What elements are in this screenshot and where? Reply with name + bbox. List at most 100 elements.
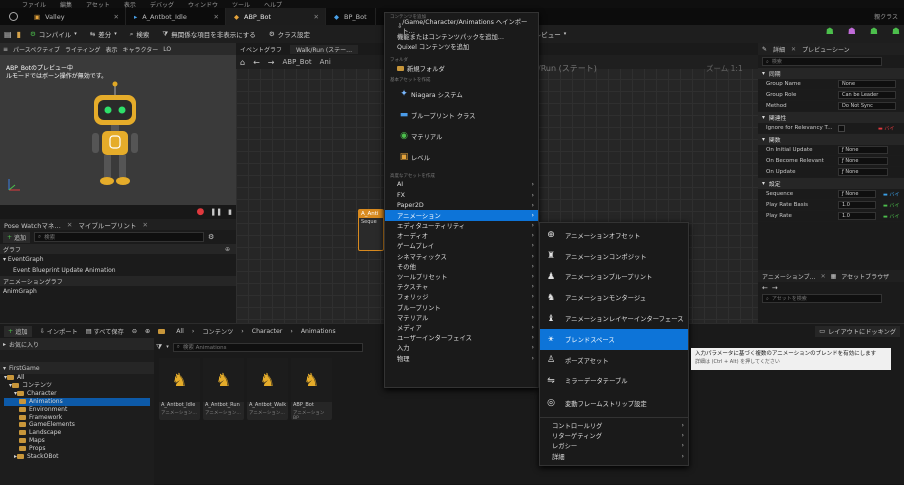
tab-antbot-idle[interactable]: ▸ A_Antbot_Idle ✕: [126, 8, 226, 25]
category-foliage[interactable]: フォリッジ ›: [385, 292, 538, 302]
add-circle-icon[interactable]: ⊕: [225, 246, 230, 253]
category-ai[interactable]: AI ›: [385, 180, 538, 190]
play-rate-field[interactable]: 1.0: [838, 212, 876, 220]
compile-button[interactable]: ⚙ コンパイル ▾: [26, 27, 81, 41]
niagara-menu-item[interactable]: ✦ Niagara システム: [385, 84, 538, 105]
crumb-content[interactable]: コンテンツ: [202, 327, 233, 336]
tab-abp-bot[interactable]: ◆ ABP_Bot ✕: [226, 8, 326, 25]
preview-viewport[interactable]: ≡ パースペクティブ ライティング 表示 キャラクター LO ABP_Botのプ…: [0, 43, 236, 219]
close-icon[interactable]: ✕: [791, 46, 796, 53]
on-become-relevant-select[interactable]: ƒ None: [838, 157, 888, 165]
asset-tile[interactable]: ♞ ABP_Bot アニメーションBP: [291, 358, 332, 421]
tree-item-landscape[interactable]: Landscape: [4, 429, 154, 437]
group-name-field[interactable]: None: [838, 80, 896, 88]
legacy-item[interactable]: レガシー ›: [540, 441, 688, 451]
details-search-input[interactable]: ⌕ 検索: [762, 57, 882, 66]
add-button[interactable]: + 追加: [3, 231, 31, 243]
tree-event-update[interactable]: Event Blueprint Update Animation: [3, 265, 236, 276]
pause-icon[interactable]: ❚❚: [210, 208, 222, 216]
show-button[interactable]: 表示: [105, 45, 117, 54]
blueprint-search-input[interactable]: ⌕ 検索: [34, 232, 205, 242]
category-media[interactable]: メディア ›: [385, 322, 538, 332]
category-blueprint[interactable]: ブループリント ›: [385, 302, 538, 312]
asset-tile[interactable]: ♞ A_Antbot_Idle アニメーション…: [159, 358, 200, 420]
category-fx[interactable]: FX ›: [385, 190, 538, 200]
sequence-select[interactable]: ƒ None: [838, 190, 876, 198]
asset-search-input[interactable]: ⌕ 検索 Animations: [172, 342, 363, 352]
category-ui[interactable]: ユーザーインターフェイス ›: [385, 333, 538, 343]
tree-item-all[interactable]: ▾ All: [4, 374, 154, 382]
tab-pose-watch[interactable]: Pose Watchマネ…: [4, 220, 61, 230]
save-icon[interactable]: ▤: [4, 30, 12, 39]
breadcrumb-anim[interactable]: Ani: [320, 58, 331, 66]
anim-montage-item[interactable]: ♞ アニメーションモンタージュ: [540, 287, 688, 308]
sequence-player-node[interactable]: A_Anti Seque: [358, 209, 384, 251]
tree-item-animations[interactable]: Animations: [4, 397, 150, 406]
category-gameplay[interactable]: ゲームプレイ ›: [385, 241, 538, 251]
tab-event-graph[interactable]: イベントグラフ: [240, 45, 282, 54]
tree-item-props[interactable]: Props: [4, 445, 154, 453]
tree-item-character[interactable]: ▾ Character: [4, 390, 154, 398]
back-arrow-icon[interactable]: ←: [762, 284, 768, 292]
tab-details[interactable]: 詳細: [773, 45, 785, 54]
animation-mode-icon[interactable]: ☗: [892, 27, 900, 37]
anim-graph-section-header[interactable]: アニメーショングラフ: [0, 276, 236, 286]
anim-blueprint-item[interactable]: ♟ アニメーションブループリント: [540, 267, 688, 288]
category-tool-presets[interactable]: ツールプリセット ›: [385, 271, 538, 281]
method-select[interactable]: Do Not Sync: [838, 102, 896, 110]
character-button[interactable]: キャラクター: [123, 45, 159, 54]
variable-frame-strip-item[interactable]: ◎ 変動フレームストリップ設定: [540, 391, 688, 415]
close-icon[interactable]: ✕: [114, 13, 119, 21]
anim-composite-item[interactable]: ♜ アニメーションコンポジット: [540, 246, 688, 267]
section-functions[interactable]: ▾ 関数: [758, 134, 904, 145]
material-menu-item[interactable]: ◉ マテリアル: [385, 126, 538, 147]
tree-item-environment[interactable]: Environment: [4, 406, 154, 414]
import-menu-item[interactable]: ⇩ /Game/Character/Animations へインポート…: [385, 19, 538, 35]
new-folder-menu-item[interactable]: 新規フォルダ: [385, 64, 538, 74]
history-forward-icon[interactable]: ⊕: [145, 328, 150, 335]
lighting-button[interactable]: ライティング: [65, 45, 101, 54]
breadcrumb-root[interactable]: ABP_Bot: [282, 58, 311, 66]
crumb-character[interactable]: Character: [252, 328, 283, 335]
category-audio[interactable]: オーディオ ›: [385, 231, 538, 241]
blueprint-class-menu-item[interactable]: ▬ ブループリント クラス: [385, 105, 538, 126]
blend-space-item[interactable]: ⚹ ブレンドスペース: [540, 328, 688, 350]
mesh-icon[interactable]: ☗: [848, 27, 856, 37]
tab-valley[interactable]: ▣ Valley ✕: [26, 8, 126, 25]
retargeting-item[interactable]: リターゲティング ›: [540, 431, 688, 441]
crumb-all[interactable]: All: [176, 328, 184, 335]
hide-unrelated-button[interactable]: ⧩ 無関係な項目を非表示にする: [158, 27, 259, 41]
record-icon[interactable]: ●: [197, 207, 205, 217]
control-rig-item[interactable]: コントロールリグ ›: [540, 420, 688, 430]
tree-item-maps[interactable]: Maps: [4, 437, 154, 445]
forward-arrow-icon[interactable]: →: [772, 284, 778, 292]
crumb-animations[interactable]: Animations: [301, 328, 336, 335]
content-add-button[interactable]: + 追加: [4, 325, 32, 337]
anim-layer-interface-item[interactable]: ♝ アニメーションレイヤーインターフェース: [540, 308, 688, 329]
tree-item-content[interactable]: ▾ コンテンツ: [4, 382, 154, 390]
aim-offset-item[interactable]: ⊕ アニメーションオフセット: [540, 225, 688, 246]
category-input[interactable]: 入力 ›: [385, 343, 538, 353]
section-settings[interactable]: ▾ 設定: [758, 178, 904, 189]
tab-asset-browser[interactable]: アセットブラウザ: [841, 272, 889, 281]
category-misc[interactable]: その他 ›: [385, 261, 538, 271]
level-menu-item[interactable]: ▣ レベル: [385, 147, 538, 168]
tab-walk-run[interactable]: Walk/Run (ステー…: [290, 44, 359, 54]
advanced-item[interactable]: 詳細 ›: [540, 451, 688, 461]
asset-tile[interactable]: ♞ A_Antbot_Walk アニメーション…: [247, 358, 288, 420]
category-cinematics[interactable]: シネマティックス ›: [385, 251, 538, 261]
perspective-button[interactable]: パースペクティブ: [13, 45, 60, 54]
back-arrow-icon[interactable]: ←: [253, 58, 260, 67]
skeleton-icon[interactable]: ☗: [826, 27, 834, 37]
menu-icon[interactable]: ≡: [3, 46, 8, 53]
category-physics[interactable]: 物理 ›: [385, 353, 538, 363]
pose-asset-item[interactable]: ♙ ポーズアセット: [540, 350, 688, 371]
asset-tile[interactable]: ♞ A_Antbot_Run アニメーション…: [203, 358, 244, 420]
step-icon[interactable]: ▮: [228, 208, 232, 216]
filter-icon[interactable]: ⧩: [156, 343, 162, 352]
bind-label[interactable]: ▬ バイ: [883, 202, 899, 209]
tab-bp-bot[interactable]: ◆ BP_Bot: [326, 8, 376, 25]
forward-arrow-icon[interactable]: →: [268, 58, 275, 67]
on-initial-update-select[interactable]: ƒ None: [838, 146, 888, 154]
blueprint-mode-icon[interactable]: ☗: [870, 27, 878, 37]
